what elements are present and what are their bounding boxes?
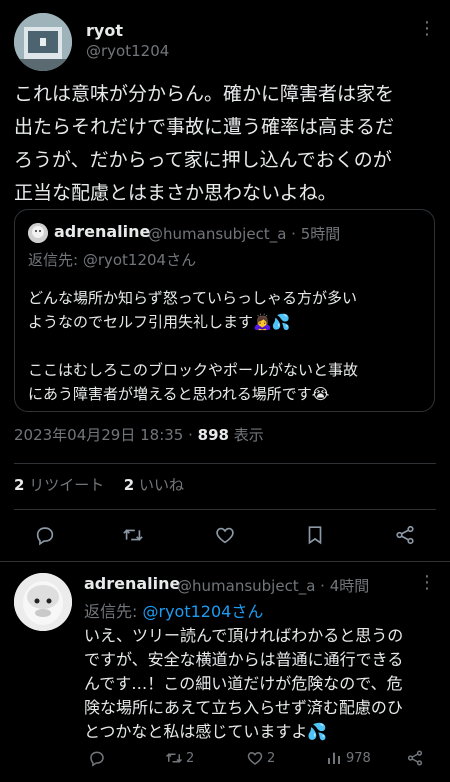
reply-handle-time[interactable]: @humansubject_a · 4時間 (177, 575, 369, 596)
quoted-body-line: にあう障害者が増えると思われる場所です😭 (28, 385, 330, 403)
author-display-name[interactable]: ryot (86, 21, 123, 40)
reply-body-line: 険な場所にあえて立ち入らせず済む配慮のひ (84, 698, 403, 717)
reply-like-button[interactable]: 2 (246, 747, 275, 769)
retweet-icon (123, 529, 143, 541)
post-timestamp[interactable]: 2023年04月29日 18:35 · (14, 426, 198, 444)
quoted-author-name: adrenaline (54, 222, 151, 241)
views-icon (328, 752, 340, 764)
reply-to-line: 返信先: @ryot1204さん (84, 598, 263, 622)
reply-body: いえ、ツリー読んで頂ければわかると思うの ですが、安全な横道からは普通に通行でき… (84, 624, 442, 744)
more-options-icon[interactable]: ⋮ (418, 18, 436, 39)
quoted-body-line (28, 334, 428, 358)
reply-body-line: いえ、ツリー読んで頂ければわかると思うの (84, 626, 404, 645)
reply-retweet-button[interactable]: 2 (164, 747, 194, 769)
share-button[interactable] (392, 522, 418, 548)
likes-label: いいね (139, 476, 185, 494)
share-icon (407, 750, 423, 766)
reply-body-line: んです…！この細い道だけが危険なので、危 (84, 674, 403, 693)
bookmark-icon (308, 526, 322, 545)
quoted-body-line: ここはむしろこのブロックやポールがないと事故 (28, 361, 359, 379)
quoted-body-line: どんな場所か知らず怒っていらっしゃる方が多い (28, 289, 357, 307)
reply-author-name[interactable]: adrenaline (84, 574, 180, 593)
retweet-button[interactable] (118, 522, 148, 548)
reply-views-button[interactable]: 978 (326, 747, 371, 769)
reply-body-line: とつかなと私は感じていますよ💦 (84, 722, 328, 741)
reply-author-avatar[interactable] (14, 573, 72, 631)
retweets-label: リツイート (29, 476, 105, 494)
reply-icon (90, 751, 104, 767)
views-count: 898 (197, 426, 229, 444)
author-handle[interactable]: @ryot1204 (86, 42, 169, 60)
reply-views-count: 978 (346, 750, 371, 766)
bookmark-button[interactable] (302, 522, 328, 548)
reply-retweet-count: 2 (186, 750, 195, 766)
reply-icon (36, 527, 54, 546)
quoted-author-avatar (28, 223, 48, 243)
quoted-reply-to: 返信先: @ryot1204さん (28, 251, 197, 269)
author-avatar[interactable] (14, 13, 72, 71)
post-body-line: 正当な配慮とはまさか思わないよね。 (14, 182, 337, 204)
post-meta: 2023年04月29日 18:35 · 898 表示 (14, 424, 264, 445)
retweets-stat[interactable]: 2 リツイート (14, 476, 109, 494)
post-body-line: 出たらそれだけで事故に遭う確率は高まるだ (14, 116, 395, 138)
reply-reply-button[interactable] (86, 747, 108, 769)
post-body-line: ろうが、だからって家に押し込んでおくのが (14, 149, 392, 171)
post-body-line: これは意味が分からん。確かに障害者は家を (14, 83, 395, 105)
reply-button[interactable] (32, 522, 58, 548)
post-body: これは意味が分からん。確かに障害者は家を 出たらそれだけで事故に遭う確率は高まる… (14, 78, 442, 210)
like-button[interactable] (212, 522, 238, 548)
divider (0, 561, 450, 562)
retweets-count: 2 (14, 476, 25, 494)
views-label: 表示 (228, 426, 264, 444)
reply-more-options-icon[interactable]: ⋮ (418, 572, 436, 593)
reply-body-line: ですが、安全な横道からは普通に通行できる (84, 650, 404, 669)
likes-count: 2 (123, 476, 135, 494)
likes-stat[interactable]: 2 いいね (124, 476, 184, 494)
reply-share-button[interactable] (404, 747, 426, 769)
quoted-handle-time: @humansubject_a · 5時間 (148, 225, 341, 243)
reply-to-user-link[interactable]: @ryot1204さん (142, 602, 263, 621)
retweet-icon (165, 753, 183, 763)
reply-like-count: 2 (267, 750, 276, 766)
divider (14, 509, 436, 510)
like-icon (216, 527, 234, 544)
like-icon (247, 751, 263, 765)
engagement-stats: 2 リツイート 2 いいね (14, 474, 184, 495)
reply-to-prefix: 返信先: (84, 602, 143, 621)
quoted-body-line: ようなのでセルフ引用失礼します🙇‍♀️💦 (28, 313, 291, 331)
avatar-image (14, 13, 72, 71)
divider (14, 463, 436, 464)
quoted-body: どんな場所か知らず怒っていらっしゃる方が多い ようなのでセルフ引用失礼します🙇‍… (28, 286, 428, 406)
share-icon (396, 525, 414, 545)
avatar-image (14, 573, 72, 631)
